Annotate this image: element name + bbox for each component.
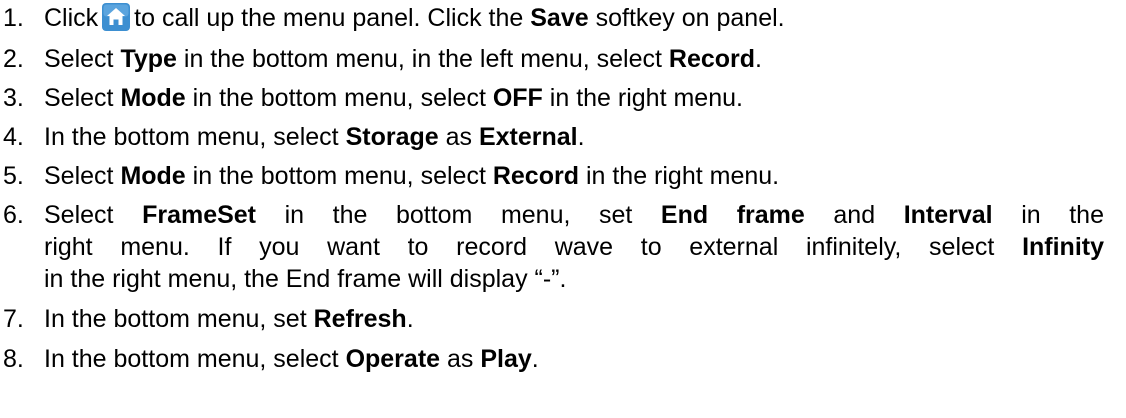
step-4: 4. In the bottom menu, select Storage as… [0, 121, 1104, 153]
step-text: Select Mode in the bottom menu, select R… [44, 162, 780, 190]
step-number: 3. [3, 84, 24, 112]
step-number: 6. [3, 201, 24, 229]
step-8: 8. In the bottom menu, select Operate as… [0, 343, 1104, 375]
step-number: 4. [3, 123, 24, 151]
step-number: 2. [3, 45, 24, 73]
step-3: 3. Select Mode in the bottom menu, selec… [0, 82, 1104, 114]
step-text: In the bottom menu, select Storage as Ex… [44, 123, 585, 151]
step-text: In the bottom menu, select Operate as Pl… [44, 345, 539, 373]
step-text: Click to call up the menu panel. Click th… [44, 3, 785, 32]
step-6: 6. Select FrameSet in the bottom menu, s… [0, 199, 1104, 295]
step-text: Select Mode in the bottom menu, select O… [44, 84, 743, 112]
step-number: 8. [3, 345, 24, 373]
step-text: In the bottom menu, set Refresh. [44, 305, 414, 333]
step-7: 7. In the bottom menu, set Refresh. [0, 303, 1104, 335]
home-icon [102, 3, 131, 31]
step-text: Select Type in the bottom menu, in the l… [44, 45, 762, 73]
step-2: 2. Select Type in the bottom menu, in th… [0, 43, 1104, 75]
step-number: 1. [3, 4, 24, 32]
step-number: 7. [3, 305, 24, 333]
step-number: 5. [3, 162, 24, 190]
step-5: 5. Select Mode in the bottom menu, selec… [0, 160, 1104, 192]
step-text: Select FrameSet in the bottom menu, set … [44, 201, 1104, 293]
step-1: 1. Click to call up the menu panel. Click… [0, 2, 1104, 34]
